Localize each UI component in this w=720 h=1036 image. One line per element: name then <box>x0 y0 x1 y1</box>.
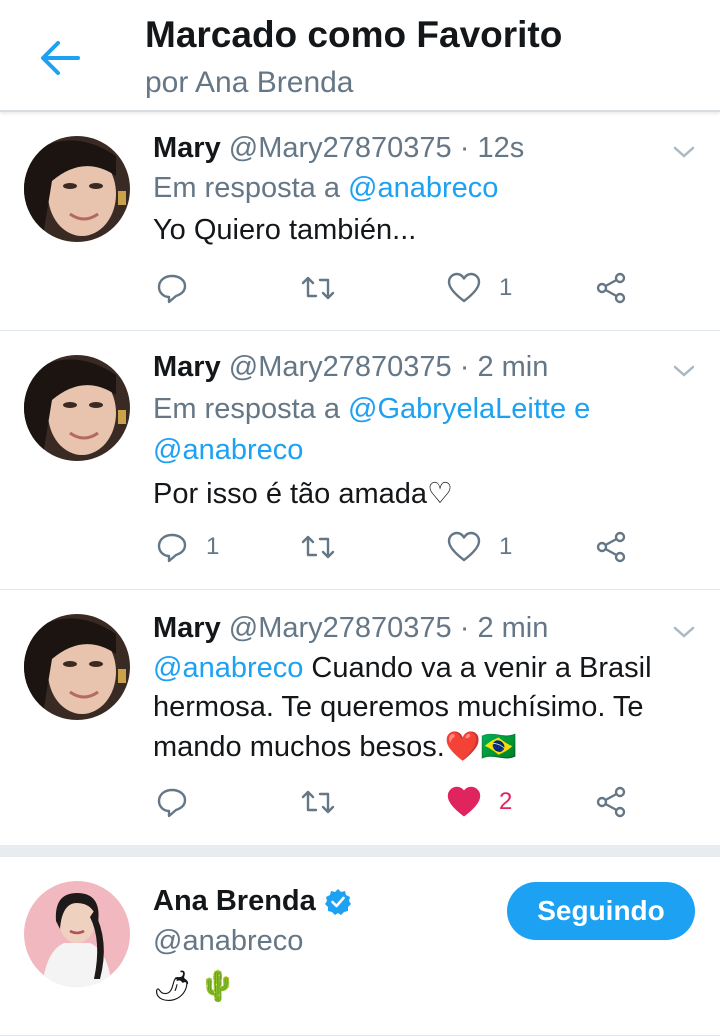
like-count: 1 <box>499 533 513 560</box>
tweet[interactable]: Mary @Mary27870375 · 2 min @anabreco Cua… <box>0 590 720 846</box>
avatar[interactable] <box>24 136 130 242</box>
like-button[interactable]: 2 <box>447 786 512 818</box>
back-arrow-icon[interactable] <box>38 36 82 80</box>
avatar[interactable] <box>24 881 130 987</box>
mention-link[interactable]: @GabryelaLeitte e <box>348 393 590 425</box>
reply-context: Em resposta a @GabryelaLeitte e <box>153 393 590 426</box>
reply-count: 1 <box>206 533 220 560</box>
author-name[interactable]: Mary <box>153 132 221 164</box>
page-subtitle: por Ana Brenda <box>145 66 354 99</box>
like-button[interactable]: 1 <box>447 531 512 563</box>
chevron-down-icon[interactable] <box>672 359 696 383</box>
reply-context: Em resposta a @anabreco <box>153 172 498 205</box>
author-name[interactable]: Mary <box>153 351 221 383</box>
like-button[interactable]: 1 <box>447 272 512 304</box>
profile-bio: 🌶 🌵 <box>153 970 237 1003</box>
heart-icon <box>447 786 481 817</box>
tweet[interactable]: Mary @Mary27870375 · 12s Em resposta a @… <box>0 112 720 331</box>
tweet-text: Yo Quiero también... <box>153 214 417 246</box>
retweet-button[interactable] <box>300 531 336 563</box>
tweet-text: Por isso é tão amada♡ <box>153 478 454 510</box>
retweet-icon <box>301 276 335 300</box>
share-button[interactable] <box>595 786 627 818</box>
tweet[interactable]: Mary @Mary27870375 · 2 min Em resposta a… <box>0 331 720 590</box>
tweet-header: Mary @Mary27870375 · 12s <box>153 132 524 165</box>
page-title: Marcado como Favorito <box>145 14 563 55</box>
profile-handle[interactable]: @anabreco <box>153 925 303 958</box>
author-handle[interactable]: @Mary27870375 <box>229 351 452 383</box>
profile-name-row: Ana Brenda <box>153 885 352 918</box>
tweet-text: mando muchos besos.❤️🇧🇷 <box>153 731 517 763</box>
share-icon <box>596 272 626 304</box>
reply-icon <box>157 788 187 818</box>
reply-icon <box>157 274 187 304</box>
tweet-text-line: @anabreco Cuando va a venir a Brasil <box>153 652 652 685</box>
profile-name[interactable]: Ana Brenda <box>153 885 316 918</box>
retweet-button[interactable] <box>300 272 336 304</box>
tweet-header: Mary @Mary27870375 · 2 min <box>153 351 548 384</box>
reply-prefix: Em resposta a <box>153 172 340 204</box>
reply-icon <box>157 533 187 563</box>
reply-button[interactable] <box>156 272 188 304</box>
following-button[interactable]: Seguindo <box>507 882 695 940</box>
retweet-button[interactable] <box>300 786 336 818</box>
timestamp: · 12s <box>459 132 525 164</box>
like-count: 2 <box>499 788 513 815</box>
tweet-actions: 1 1 <box>0 531 720 571</box>
mention-link[interactable]: @anabreco <box>153 434 303 467</box>
share-icon <box>596 786 626 818</box>
author-handle[interactable]: @Mary27870375 <box>229 132 452 164</box>
mention-link[interactable]: @anabreco <box>153 652 303 684</box>
retweet-icon <box>301 535 335 559</box>
share-button[interactable] <box>595 272 627 304</box>
timestamp: · 2 min <box>459 351 549 383</box>
section-divider <box>0 845 720 857</box>
like-count: 1 <box>499 274 513 301</box>
share-icon <box>596 531 626 563</box>
author-handle[interactable]: @Mary27870375 <box>229 612 452 644</box>
top-bar: Marcado como Favorito por Ana Brenda <box>0 0 720 112</box>
heart-icon <box>447 531 481 562</box>
author-name[interactable]: Mary <box>153 612 221 644</box>
tweet-header: Mary @Mary27870375 · 2 min <box>153 612 548 645</box>
verified-badge-icon <box>324 888 351 915</box>
avatar[interactable] <box>24 355 130 461</box>
timestamp: · 2 min <box>459 612 549 644</box>
avatar[interactable] <box>24 614 130 720</box>
reply-button[interactable]: 1 <box>156 531 219 563</box>
share-button[interactable] <box>595 531 627 563</box>
reply-prefix: Em resposta a <box>153 393 340 425</box>
chevron-down-icon[interactable] <box>672 140 696 164</box>
retweet-icon <box>301 790 335 814</box>
tweet-text: hermosa. Te queremos muchísimo. Te <box>153 691 644 723</box>
heart-icon <box>447 272 481 303</box>
chevron-down-icon[interactable] <box>672 620 696 644</box>
tweet-actions: 2 <box>0 786 720 826</box>
tweet-actions: 1 <box>0 272 720 312</box>
mention-link[interactable]: @anabreco <box>348 172 498 204</box>
tweet-text: Cuando va a venir a Brasil <box>303 652 652 684</box>
user-card[interactable]: Ana Brenda @anabreco 🌶 🌵 Seguindo <box>0 857 720 1036</box>
reply-button[interactable] <box>156 786 188 818</box>
